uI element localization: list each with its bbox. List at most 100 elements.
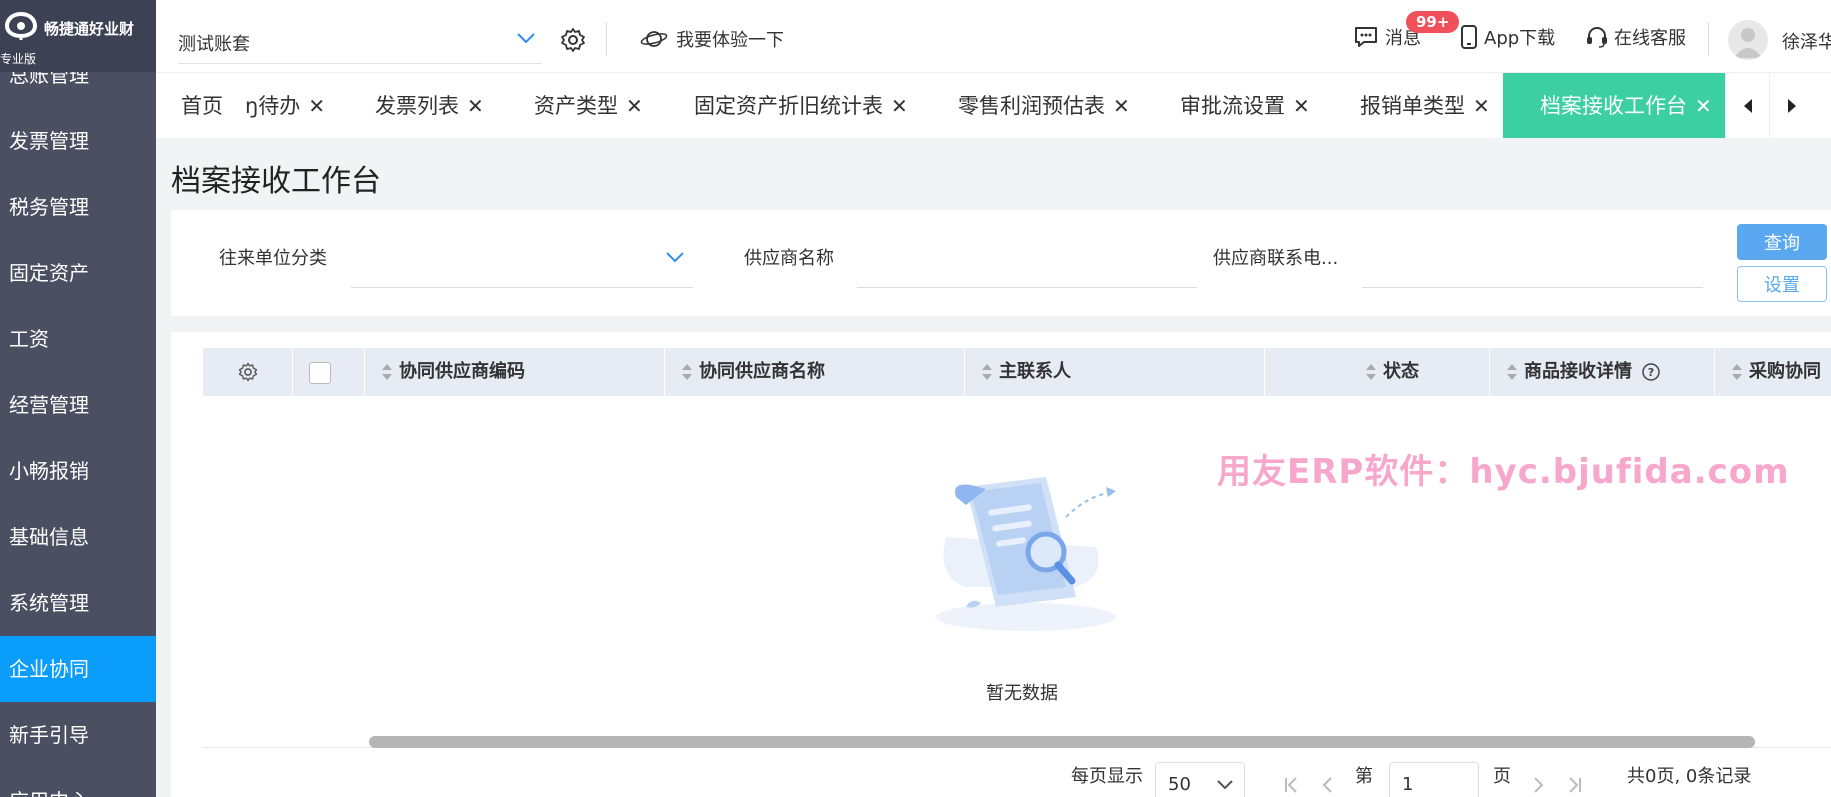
close-icon[interactable]: ✕ (308, 94, 325, 118)
sidebar-item-collaboration[interactable]: 企业协同 (0, 636, 156, 702)
column-status[interactable]: 状态 (1265, 348, 1490, 396)
tab-approval-flow[interactable]: 审批流设置 ✕ (1180, 73, 1310, 138)
column-goods-receipt-detail[interactable]: 商品接收详情 ? (1490, 348, 1715, 396)
tab-scroll-right[interactable] (1769, 73, 1813, 138)
close-icon[interactable]: ✕ (891, 94, 908, 118)
username[interactable]: 徐泽华 (1782, 28, 1831, 54)
page-title: 档案接收工作台 (171, 164, 381, 199)
brand-name: 畅捷通好业财 (44, 20, 135, 38)
sidebar-item-fixed-assets[interactable]: 固定资产 (0, 240, 156, 306)
user-icon (1734, 28, 1762, 58)
watermark-text: 用友ERP软件：hyc.bjufida.com (1217, 452, 1790, 492)
column-settings-cell[interactable] (203, 348, 293, 396)
table-panel: 协同供应商编码 协同供应商名称 主联系人 状态 商品接收详情 ? 采购协同 暂无… (171, 332, 1831, 797)
next-page-icon[interactable] (1533, 776, 1545, 794)
column-supplier-name[interactable]: 协同供应商名称 (665, 348, 965, 396)
caret-left-icon (1743, 99, 1752, 113)
supplier-phone-input[interactable] (1362, 236, 1703, 288)
last-page-icon[interactable] (1567, 776, 1583, 794)
brand-logo-area[interactable]: 畅捷通好业财 专业版 (0, 0, 156, 72)
per-page-value: 50 (1168, 774, 1191, 795)
close-icon[interactable]: ✕ (626, 94, 643, 118)
supplier-name-input[interactable] (857, 236, 1197, 288)
sort-icon[interactable] (381, 363, 393, 381)
sort-icon[interactable] (1731, 363, 1743, 381)
close-icon[interactable]: ✕ (1113, 94, 1130, 118)
sidebar-item-invoice[interactable]: 发票管理 (0, 108, 156, 174)
column-label: 状态 (1383, 361, 1419, 382)
top-header: 测试账套 我要体验一下 消息 99+ App下载 在线客服 徐泽华 (156, 0, 1831, 72)
app-download-link[interactable]: App下载 (1460, 24, 1555, 50)
page-number-input[interactable]: 1 (1389, 762, 1479, 797)
sort-icon[interactable] (1365, 363, 1377, 381)
phone-icon (1461, 25, 1477, 49)
partner-category-select[interactable] (351, 236, 693, 288)
gear-icon[interactable] (560, 27, 586, 53)
tab-bar: 首页 ŋ待办 ✕ 发票列表 ✕ 资产类型 ✕ 固定资产折旧统计表 ✕ 零售利润预估表 ✕ … (156, 72, 1831, 138)
svg-text:?: ? (1648, 366, 1654, 379)
caret-right-icon (1787, 99, 1796, 113)
sidebar-item-basic-info[interactable]: 基础信息 (0, 504, 156, 570)
tab-asset-types[interactable]: 资产类型 ✕ (534, 73, 643, 138)
empty-data-illustration (936, 477, 1116, 631)
sidebar-menu: 总账管理 发票管理 税务管理 固定资产 工资 经营管理 小畅报销 基础信息 系统… (0, 42, 156, 797)
tab-todo[interactable]: ŋ待办 ✕ (245, 73, 325, 138)
sort-icon[interactable] (681, 363, 693, 381)
per-page-select[interactable]: 50 (1155, 762, 1245, 797)
brand-edition: 专业版 (0, 52, 37, 66)
first-page-icon[interactable] (1283, 776, 1299, 794)
sidebar-item-tax[interactable]: 税务管理 (0, 174, 156, 240)
sort-icon[interactable] (1506, 363, 1518, 381)
tab-label: ŋ待办 (245, 94, 301, 118)
column-label: 采购协同 (1749, 361, 1821, 382)
column-main-contact[interactable]: 主联系人 (965, 348, 1265, 396)
tab-label: 零售利润预估表 (958, 94, 1105, 118)
query-button[interactable]: 查询 (1737, 224, 1827, 260)
settings-button[interactable]: 设置 (1737, 266, 1827, 302)
column-purchase-collab[interactable]: 采购协同 (1715, 348, 1831, 396)
tab-home[interactable]: 首页 (181, 73, 223, 138)
tab-expense-types[interactable]: 报销单类型 ✕ (1360, 73, 1490, 138)
account-select[interactable]: 测试账套 (178, 20, 542, 64)
tab-invoice-list[interactable]: 发票列表 ✕ (375, 73, 484, 138)
per-page-label: 每页显示 (1071, 766, 1143, 787)
sidebar-item-app-center[interactable]: 应用中心 (0, 768, 156, 797)
close-icon[interactable]: ✕ (467, 94, 484, 118)
tab-label: 报销单类型 (1360, 94, 1465, 118)
pagination-summary: 共0页, 0条记录 (1627, 766, 1752, 787)
tab-archive-workbench[interactable]: 档案接收工作台 ✕ (1503, 73, 1725, 138)
column-label: 协同供应商编码 (399, 361, 525, 382)
tab-retail-profit[interactable]: 零售利润预估表 ✕ (958, 73, 1130, 138)
avatar[interactable] (1728, 20, 1768, 60)
page-prefix: 第 (1355, 766, 1373, 787)
close-icon[interactable]: ✕ (1293, 94, 1310, 118)
column-supplier-code[interactable]: 协同供应商编码 (365, 348, 665, 396)
try-demo-label: 我要体验一下 (676, 30, 784, 51)
prev-page-icon[interactable] (1321, 776, 1333, 794)
online-support-link[interactable]: 在线客服 (1586, 24, 1686, 50)
sidebar-item-system[interactable]: 系统管理 (0, 570, 156, 636)
planet-icon (640, 31, 668, 47)
sidebar-item-guide[interactable]: 新手引导 (0, 702, 156, 768)
select-all-checkbox[interactable] (309, 362, 331, 384)
gear-icon[interactable] (238, 362, 258, 382)
tab-scroll-left[interactable] (1725, 73, 1769, 138)
help-icon[interactable]: ? (1642, 363, 1661, 381)
close-icon[interactable]: ✕ (1695, 94, 1712, 118)
sort-icon[interactable] (981, 363, 993, 381)
horizontal-scrollbar[interactable] (203, 734, 1831, 748)
column-label: 主联系人 (999, 361, 1071, 382)
online-support-label: 在线客服 (1614, 28, 1686, 49)
sidebar-item-expense[interactable]: 小畅报销 (0, 438, 156, 504)
column-label: 协同供应商名称 (699, 361, 825, 382)
try-demo-link[interactable]: 我要体验一下 (640, 26, 784, 52)
tab-label: 审批流设置 (1180, 94, 1285, 118)
page-suffix: 页 (1493, 766, 1511, 787)
tab-depreciation-report[interactable]: 固定资产折旧统计表 ✕ (694, 73, 908, 138)
sidebar-item-payroll[interactable]: 工资 (0, 306, 156, 372)
scrollbar-thumb[interactable] (369, 736, 1755, 748)
close-icon[interactable]: ✕ (1473, 94, 1490, 118)
tab-label: 首页 (181, 94, 223, 118)
filter-panel: 往来单位分类 供应商名称 供应商联系电... 查询 设置 (171, 210, 1831, 316)
sidebar-item-operations[interactable]: 经营管理 (0, 372, 156, 438)
